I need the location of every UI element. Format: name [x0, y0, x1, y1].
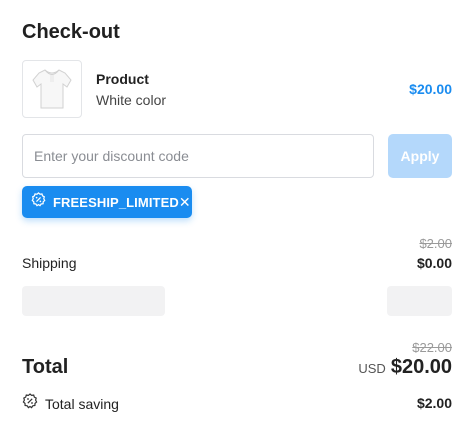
discount-badge-icon: [31, 192, 46, 212]
total-saving-value: $2.00: [416, 395, 452, 411]
total-currency: USD: [358, 361, 386, 376]
apply-button[interactable]: Apply: [388, 134, 452, 178]
loading-placeholder: [22, 286, 165, 316]
discount-code-input[interactable]: [22, 134, 374, 178]
shipping-value: $0.00: [416, 255, 452, 271]
total-original-price: $22.00: [412, 340, 452, 355]
shirt-icon: [32, 69, 72, 109]
total-saving-label: Total saving: [45, 395, 119, 412]
total-value: $20.00: [390, 356, 452, 378]
coupon-code: FREESHIP_LIMITED: [53, 194, 179, 210]
product-variant: White color: [96, 92, 167, 108]
product-price: $20.00: [409, 81, 452, 97]
discount-badge-icon: [22, 393, 38, 414]
total-label: Total: [22, 356, 69, 378]
close-icon[interactable]: ✕: [179, 195, 191, 209]
total-saving-row: Total saving: [22, 393, 119, 414]
loading-placeholder: [387, 286, 452, 316]
product-name: Product: [96, 71, 149, 87]
page-title: Check-out: [22, 21, 120, 43]
total-amount: USD $20.00: [358, 356, 452, 379]
applied-coupon-tag: FREESHIP_LIMITED ✕: [22, 186, 192, 218]
product-image: [22, 60, 82, 118]
shipping-original-price: $2.00: [419, 236, 452, 251]
shipping-label: Shipping: [22, 255, 77, 271]
